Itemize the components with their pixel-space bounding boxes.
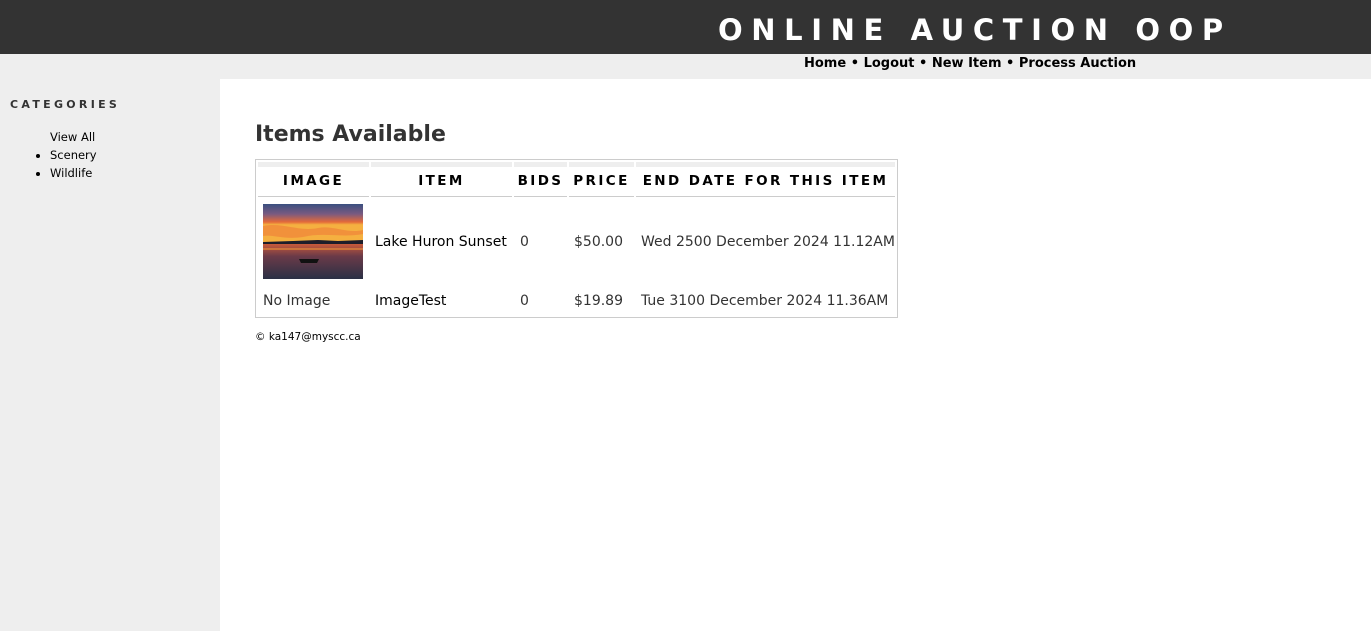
item-name[interactable]: Lake Huron Sunset	[375, 233, 507, 251]
nav-separator: •	[850, 56, 860, 71]
nav-separator: •	[1006, 56, 1015, 71]
nav-logout-link[interactable]: Logout	[864, 56, 915, 71]
sidebar	[0, 79, 220, 631]
items-table: IMAGE ITEM BIDS PRICE END DATE FOR THIS …	[255, 159, 898, 318]
page-title: Items Available	[255, 122, 446, 147]
categories-list: View All Scenery Wildlife	[36, 128, 97, 182]
column-header-image: IMAGE	[258, 162, 369, 197]
nav-new-item-link[interactable]: New Item	[932, 56, 1002, 71]
item-bids: 0	[520, 234, 529, 250]
item-thumbnail-image[interactable]	[263, 204, 363, 279]
column-header-end-date: END DATE FOR THIS ITEM	[636, 162, 895, 197]
nav-separator: •	[919, 56, 928, 71]
nav-home-link[interactable]: Home	[804, 56, 846, 71]
item-price: $19.89	[574, 293, 623, 309]
item-bids: 0	[520, 293, 529, 309]
category-wildlife-link[interactable]: Wildlife	[36, 164, 97, 182]
site-title: ONLINE AUCTION OOP	[718, 13, 1232, 47]
column-header-price: PRICE	[569, 162, 634, 197]
category-scenery-link[interactable]: Scenery	[36, 146, 97, 164]
item-price: $50.00	[574, 234, 623, 250]
item-end-date: Tue 3100 December 2024 11.36AM	[641, 293, 889, 309]
navbar	[0, 54, 1371, 79]
sunset-photo-icon	[263, 204, 363, 279]
column-header-item: ITEM	[371, 162, 512, 197]
item-end-date: Wed 2500 December 2024 11.12AM	[641, 234, 895, 250]
column-header-bids: BIDS	[514, 162, 567, 197]
footer-copyright: © ka147@myscc.ca	[255, 331, 361, 343]
item-name[interactable]: ImageTest	[375, 292, 446, 310]
item-no-image-text: No Image	[263, 293, 331, 309]
categories-heading: CATEGORIES	[10, 98, 121, 111]
nav-links: Home • Logout • New Item • Process Aucti…	[804, 54, 1136, 73]
nav-process-auction-link[interactable]: Process Auction	[1019, 56, 1136, 71]
category-view-all-link[interactable]: View All	[50, 128, 97, 146]
